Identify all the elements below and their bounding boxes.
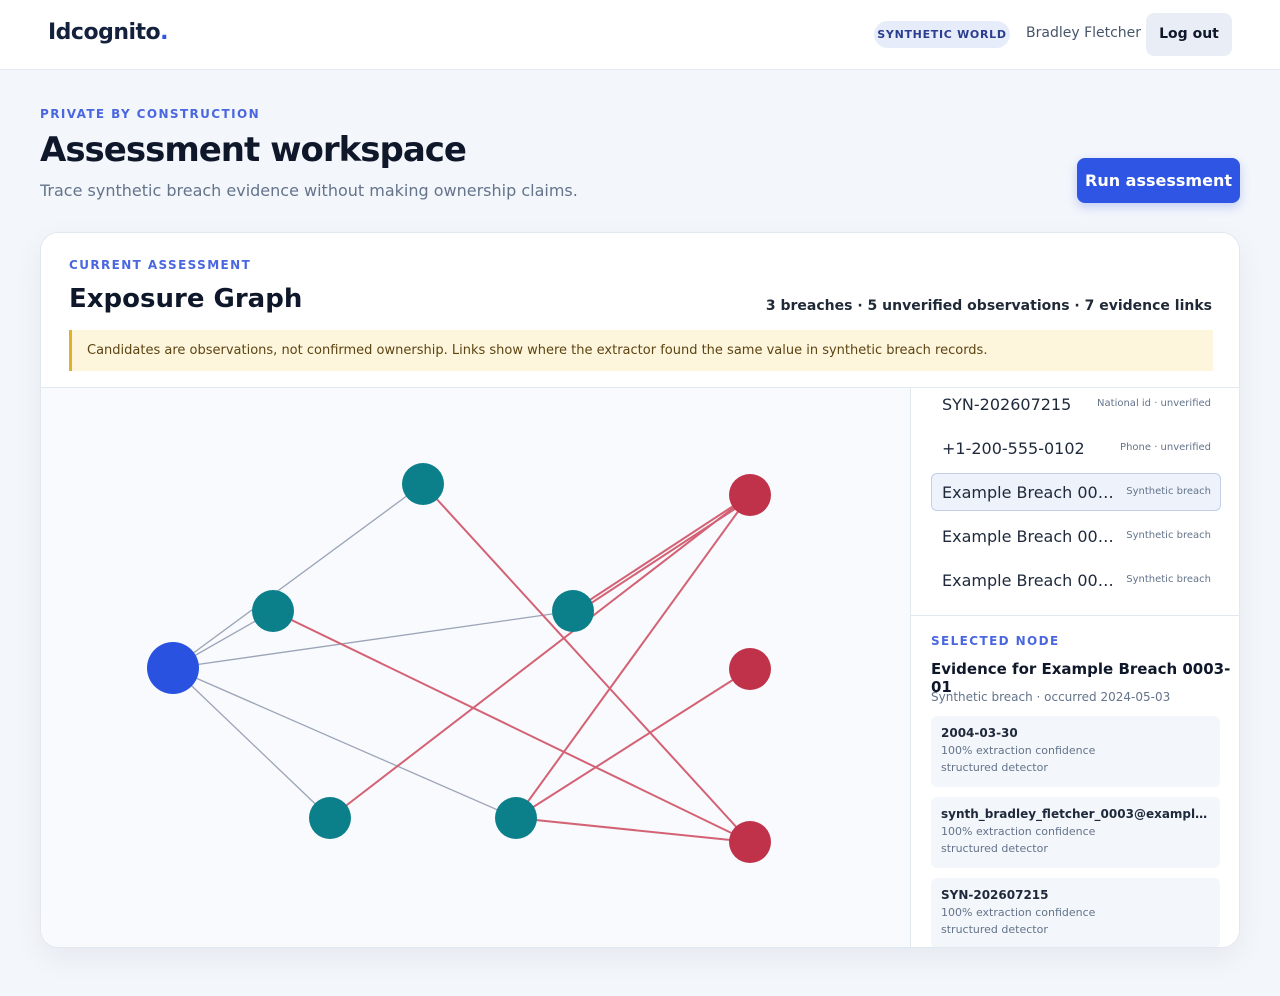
graph-node-person[interactable] — [147, 642, 199, 694]
evidence-card: synth_bradley_fletcher_0003@example.test… — [931, 797, 1220, 868]
page-eyebrow: PRIVATE BY CONSTRUCTION — [40, 107, 261, 121]
ownership-notice: Candidates are observations, not confirm… — [69, 330, 1213, 371]
app-logo[interactable]: Idcognito. — [48, 20, 169, 45]
graph-node-observation[interactable] — [252, 590, 294, 632]
assessment-eyebrow: CURRENT ASSESSMENT — [69, 258, 252, 272]
graph-edge — [572, 494, 751, 612]
assessment-stats: 3 breaches · 5 unverified observations ·… — [765, 298, 1212, 314]
graph-node-breach[interactable] — [729, 821, 771, 863]
user-name: Bradley Fletcher — [1026, 25, 1142, 41]
run-assessment-button[interactable]: Run assessment — [1077, 158, 1240, 203]
synthetic-world-badge: SYNTHETIC WORLD — [874, 21, 1010, 48]
evidence-value: SYN-202607215 — [941, 888, 1049, 902]
page-subtitle: Trace synthetic breach evidence without … — [40, 181, 578, 200]
graph-node-observation[interactable] — [552, 590, 594, 632]
evidence-confidence: 100% extraction confidence — [941, 744, 1096, 757]
node-name: Example Breach 0003-01 — [942, 483, 1122, 502]
evidence-value: synth_bradley_fletcher_0003@example.test — [941, 807, 1210, 821]
node-kind: Synthetic breach — [1126, 574, 1211, 585]
node-kind: Phone · unverified — [1120, 442, 1211, 453]
node-name: Example Breach 0003-03 — [942, 571, 1122, 590]
node-name: Example Breach 0003-02 — [942, 527, 1122, 546]
exposure-graph[interactable] — [41, 387, 910, 948]
evidence-confidence: 100% extraction confidence — [941, 906, 1096, 919]
graph-edge — [172, 483, 424, 669]
graph-node-observation[interactable] — [402, 463, 444, 505]
selected-node-meta: Synthetic breach · occurred 2024-05-03 — [931, 690, 1171, 704]
page-title: Assessment workspace — [40, 130, 467, 170]
node-kind: Synthetic breach — [1126, 486, 1211, 497]
graph-node-observation[interactable] — [309, 797, 351, 839]
graph-edge — [172, 667, 517, 819]
graph-edge — [329, 494, 751, 819]
graph-edge — [515, 494, 751, 819]
node-name: SYN-202607215 — [942, 395, 1072, 414]
evidence-confidence: 100% extraction confidence — [941, 825, 1096, 838]
evidence-list: 2004-03-30 100% extraction confidence st… — [931, 716, 1220, 947]
graph-node-observation[interactable] — [495, 797, 537, 839]
evidence-detector: structured detector — [941, 842, 1048, 855]
logout-button[interactable]: Log out — [1146, 13, 1232, 56]
node-list-item[interactable]: SYN-202607215 National id · unverified — [931, 388, 1221, 423]
top-bar: Idcognito. SYNTHETIC WORLD Bradley Fletc… — [0, 0, 1280, 70]
graph-node-breach[interactable] — [729, 474, 771, 516]
graph-edge — [515, 817, 751, 843]
node-list-item[interactable]: +1-200-555-0102 Phone · unverified — [931, 429, 1221, 467]
graph-edge — [515, 668, 751, 819]
graph-edge — [422, 483, 751, 843]
graph-node-breach[interactable] — [729, 648, 771, 690]
graph-edge — [172, 667, 331, 819]
node-name: +1-200-555-0102 — [942, 439, 1085, 458]
assessment-title: Exposure Graph — [69, 284, 303, 314]
evidence-card: SYN-202607215 100% extraction confidence… — [931, 878, 1220, 947]
graph-canvas[interactable] — [41, 388, 909, 948]
logo-text: Idcognito — [48, 20, 161, 45]
side-panel: SYN-202607215 National id · unverified +… — [910, 387, 1239, 947]
evidence-value: 2004-03-30 — [941, 726, 1018, 740]
node-list[interactable]: SYN-202607215 National id · unverified +… — [931, 388, 1221, 605]
panel-divider — [911, 615, 1239, 616]
assessment-card: CURRENT ASSESSMENT Exposure Graph 3 brea… — [40, 232, 1240, 948]
node-list-item-selected[interactable]: Example Breach 0003-01 Synthetic breach — [931, 473, 1221, 511]
node-list-item[interactable]: Example Breach 0003-02 Synthetic breach — [931, 517, 1221, 555]
node-kind: Synthetic breach — [1126, 530, 1211, 541]
evidence-detector: structured detector — [941, 923, 1048, 936]
node-kind: National id · unverified — [1097, 398, 1211, 409]
node-list-item[interactable]: Example Breach 0003-03 Synthetic breach — [931, 561, 1221, 599]
logo-dot: . — [160, 20, 169, 45]
evidence-detector: structured detector — [941, 761, 1048, 774]
evidence-card: 2004-03-30 100% extraction confidence st… — [931, 716, 1220, 787]
selected-node-eyebrow: SELECTED NODE — [931, 634, 1060, 648]
